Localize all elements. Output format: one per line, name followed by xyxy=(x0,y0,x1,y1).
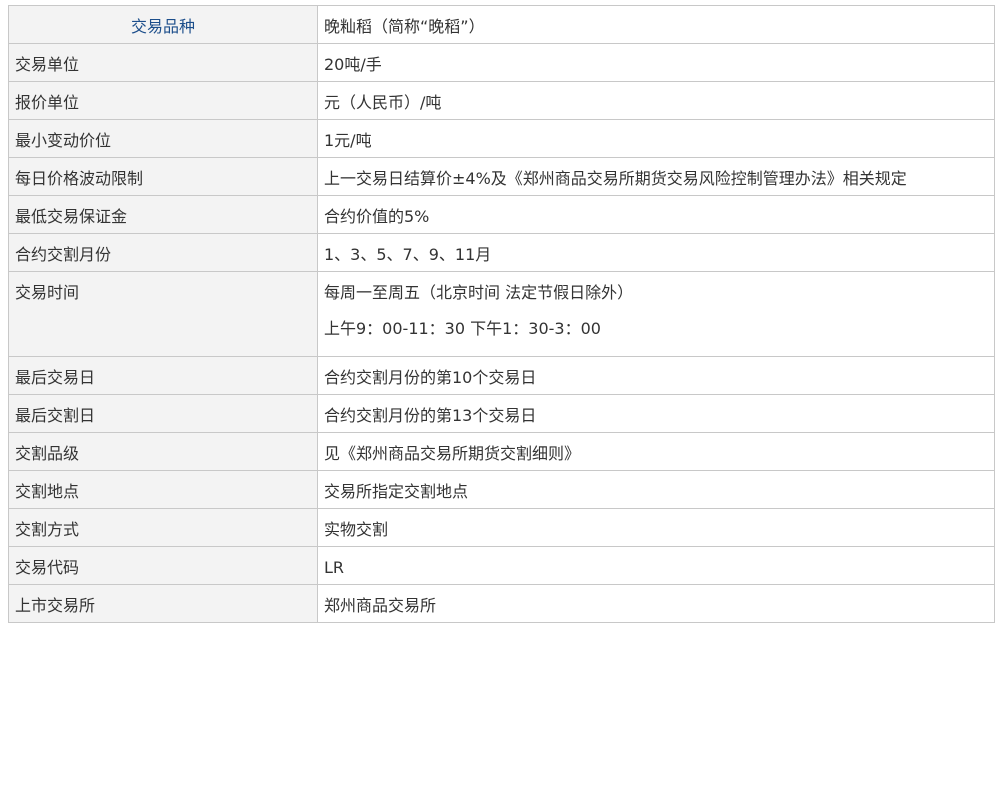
table-row: 交易代码 LR xyxy=(8,546,995,585)
row-value: 晚籼稻（简称“晚稻”） xyxy=(317,5,995,44)
row-value: 交易所指定交割地点 xyxy=(317,470,995,509)
row-label: 合约交割月份 xyxy=(8,233,318,272)
row-value: 见《郑州商品交易所期货交割细则》 xyxy=(317,432,995,471)
table-row: 交易品种 晚籼稻（简称“晚稻”） xyxy=(8,5,995,44)
row-value: 20吨/手 xyxy=(317,43,995,82)
row-value: 合约交割月份的第13个交易日 xyxy=(317,394,995,433)
table-row: 交割方式 实物交割 xyxy=(8,508,995,547)
table-row: 合约交割月份 1、3、5、7、9、11月 xyxy=(8,233,995,272)
row-value: 元（人民币）/吨 xyxy=(317,81,995,120)
row-label: 交割方式 xyxy=(8,508,318,547)
row-label: 每日价格波动限制 xyxy=(8,157,318,196)
row-value: 上一交易日结算价±4%及《郑州商品交易所期货交易风险控制管理办法》相关规定 xyxy=(317,157,995,196)
row-label: 交易时间 xyxy=(8,271,318,357)
table-row: 最小变动价位 1元/吨 xyxy=(8,119,995,158)
row-label: 交割地点 xyxy=(8,470,318,509)
row-label: 报价单位 xyxy=(8,81,318,120)
row-label: 最后交易日 xyxy=(8,356,318,395)
row-label: 交易单位 xyxy=(8,43,318,82)
trading-hours-text: 上午9：00-11：30 下午1：30-3：00 xyxy=(324,319,601,338)
row-label: 上市交易所 xyxy=(8,584,318,623)
table-row: 交割地点 交易所指定交割地点 xyxy=(8,470,995,509)
table-row: 最后交易日 合约交割月份的第10个交易日 xyxy=(8,356,995,395)
row-value: 1、3、5、7、9、11月 xyxy=(317,233,995,272)
row-label: 最后交割日 xyxy=(8,394,318,433)
row-value: 1元/吨 xyxy=(317,119,995,158)
contract-spec-table: 交易品种 晚籼稻（简称“晚稻”） 交易单位 20吨/手 报价单位 元（人民币）/… xyxy=(8,5,995,623)
row-value: 合约交割月份的第10个交易日 xyxy=(317,356,995,395)
table-row: 上市交易所 郑州商品交易所 xyxy=(8,584,995,623)
table-row: 交易单位 20吨/手 xyxy=(8,43,995,82)
trading-days-text: 每周一至周五（北京时间 法定节假日除外） xyxy=(324,283,634,302)
row-value: 合约价值的5% xyxy=(317,195,995,234)
table-row: 最低交易保证金 合约价值的5% xyxy=(8,195,995,234)
row-value: 实物交割 xyxy=(317,508,995,547)
table-row: 报价单位 元（人民币）/吨 xyxy=(8,81,995,120)
row-label: 最小变动价位 xyxy=(8,119,318,158)
row-label: 交易代码 xyxy=(8,546,318,585)
table-row: 每日价格波动限制 上一交易日结算价±4%及《郑州商品交易所期货交易风险控制管理办… xyxy=(8,157,995,196)
row-value: 郑州商品交易所 xyxy=(317,584,995,623)
table-row: 交割品级 见《郑州商品交易所期货交割细则》 xyxy=(8,432,995,471)
row-value: LR xyxy=(317,546,995,585)
row-label: 交割品级 xyxy=(8,432,318,471)
row-value: 每周一至周五（北京时间 法定节假日除外） 上午9：00-11：30 下午1：30… xyxy=(317,271,995,357)
row-label: 最低交易保证金 xyxy=(8,195,318,234)
table-row: 交易时间 每周一至周五（北京时间 法定节假日除外） 上午9：00-11：30 下… xyxy=(8,271,995,357)
row-label: 交易品种 xyxy=(8,5,318,44)
table-row: 最后交割日 合约交割月份的第13个交易日 xyxy=(8,394,995,433)
